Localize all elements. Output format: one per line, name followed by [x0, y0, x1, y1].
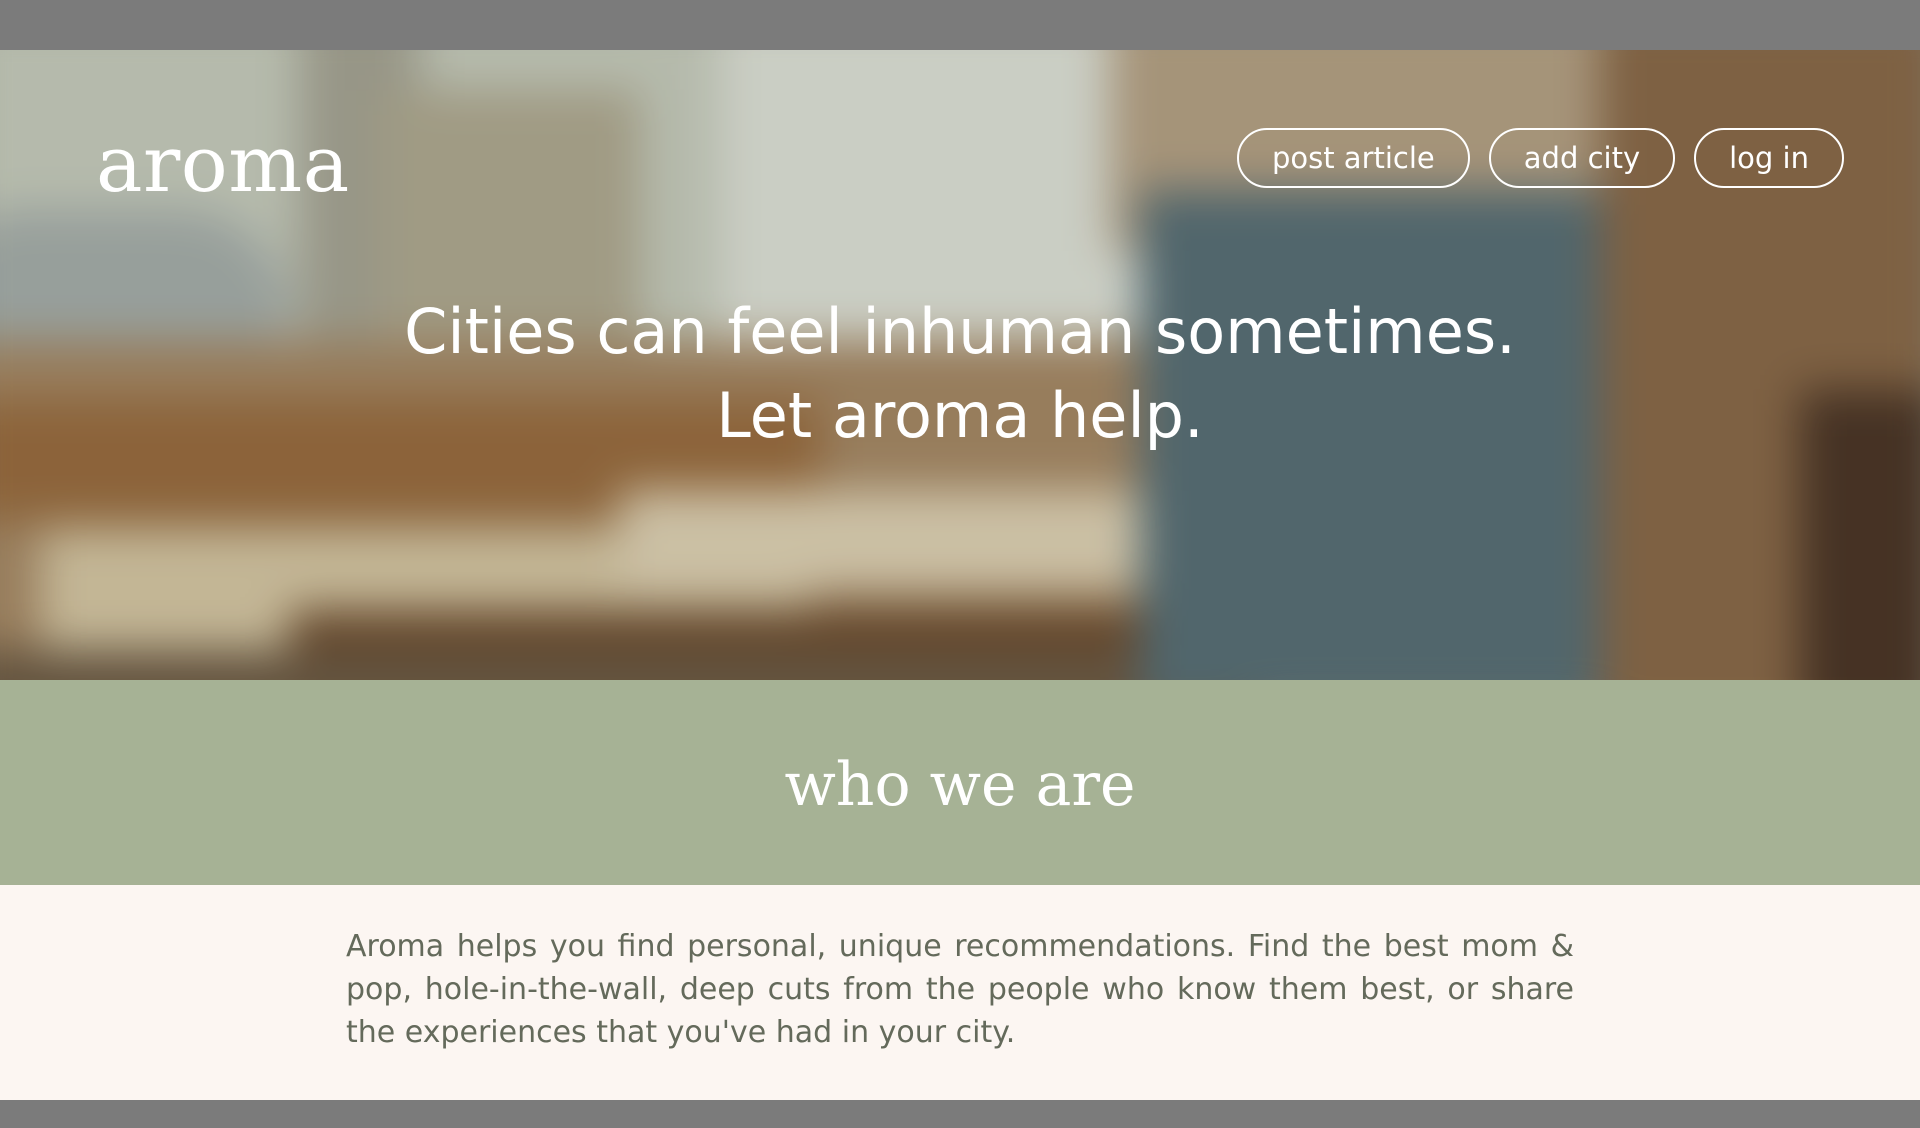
log-in-button[interactable]: log in — [1694, 128, 1844, 188]
hero-headline-line-1: Cities can feel inhuman sometimes. — [404, 295, 1516, 368]
top-nav: post article add city log in — [1236, 128, 1844, 188]
hero-headline-line-2: Let aroma help. — [716, 379, 1204, 452]
logo[interactable]: aroma — [96, 120, 350, 210]
who-we-are-band: who we are — [0, 680, 1920, 885]
hero-headline: Cities can feel inhuman sometimes. Let a… — [0, 290, 1920, 458]
post-article-button[interactable]: post article — [1236, 128, 1470, 188]
hero-section: aroma post article add city log in Citie… — [0, 50, 1920, 680]
about-text: Aroma helps you find personal, unique re… — [346, 929, 1574, 1050]
about-section: Aroma helps you find personal, unique re… — [0, 885, 1920, 1100]
add-city-button[interactable]: add city — [1488, 128, 1676, 188]
page-frame: aroma post article add city log in Citie… — [0, 50, 1920, 1100]
section-heading: who we are — [784, 749, 1136, 820]
